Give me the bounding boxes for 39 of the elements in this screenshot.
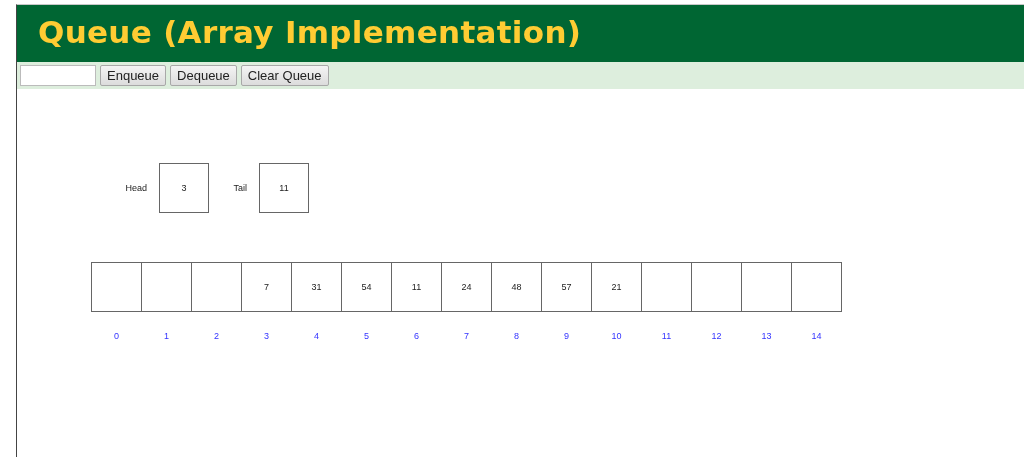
array-cell	[141, 262, 192, 312]
page-title: Queue (Array Implementation)	[17, 5, 1024, 62]
array-cell: 11	[391, 262, 442, 312]
array-cell: 54	[341, 262, 392, 312]
pointer-label: Tail	[232, 183, 248, 193]
pointer-box: 11	[259, 163, 309, 213]
toolbar-button[interactable]: Dequeue	[170, 65, 237, 86]
array-index: 2	[214, 331, 219, 341]
array-cell	[741, 262, 792, 312]
array-index: 1	[164, 331, 169, 341]
array-index: 9	[564, 331, 569, 341]
array-index: 5	[364, 331, 369, 341]
array-index: 14	[811, 331, 822, 341]
array-cell: 21	[591, 262, 642, 312]
array-cell	[641, 262, 692, 312]
array-cell: 31	[291, 262, 342, 312]
array-index: 10	[611, 331, 622, 341]
array-cell: 7	[241, 262, 292, 312]
toolbar-button[interactable]: Clear Queue	[240, 65, 329, 86]
array-index: 6	[414, 331, 419, 341]
array-index: 3	[264, 331, 269, 341]
array-cell	[691, 262, 742, 312]
pointer-label: Head	[124, 183, 148, 193]
toolbar-button[interactable]: Enqueue	[100, 65, 167, 86]
array-index: 11	[661, 331, 672, 341]
array-index: 13	[761, 331, 772, 341]
array-cell: 57	[541, 262, 592, 312]
array-cell	[191, 262, 242, 312]
array-cell	[91, 262, 142, 312]
array-index: 0	[114, 331, 119, 341]
array-cell: 24	[441, 262, 492, 312]
array-index: 12	[711, 331, 722, 341]
array-index: 7	[464, 331, 469, 341]
array-cell	[791, 262, 842, 312]
input-field[interactable]	[20, 65, 96, 86]
array-index: 8	[514, 331, 519, 341]
pointer-box: 3	[159, 163, 209, 213]
array-cell: 48	[491, 262, 542, 312]
array-index: 4	[314, 331, 319, 341]
